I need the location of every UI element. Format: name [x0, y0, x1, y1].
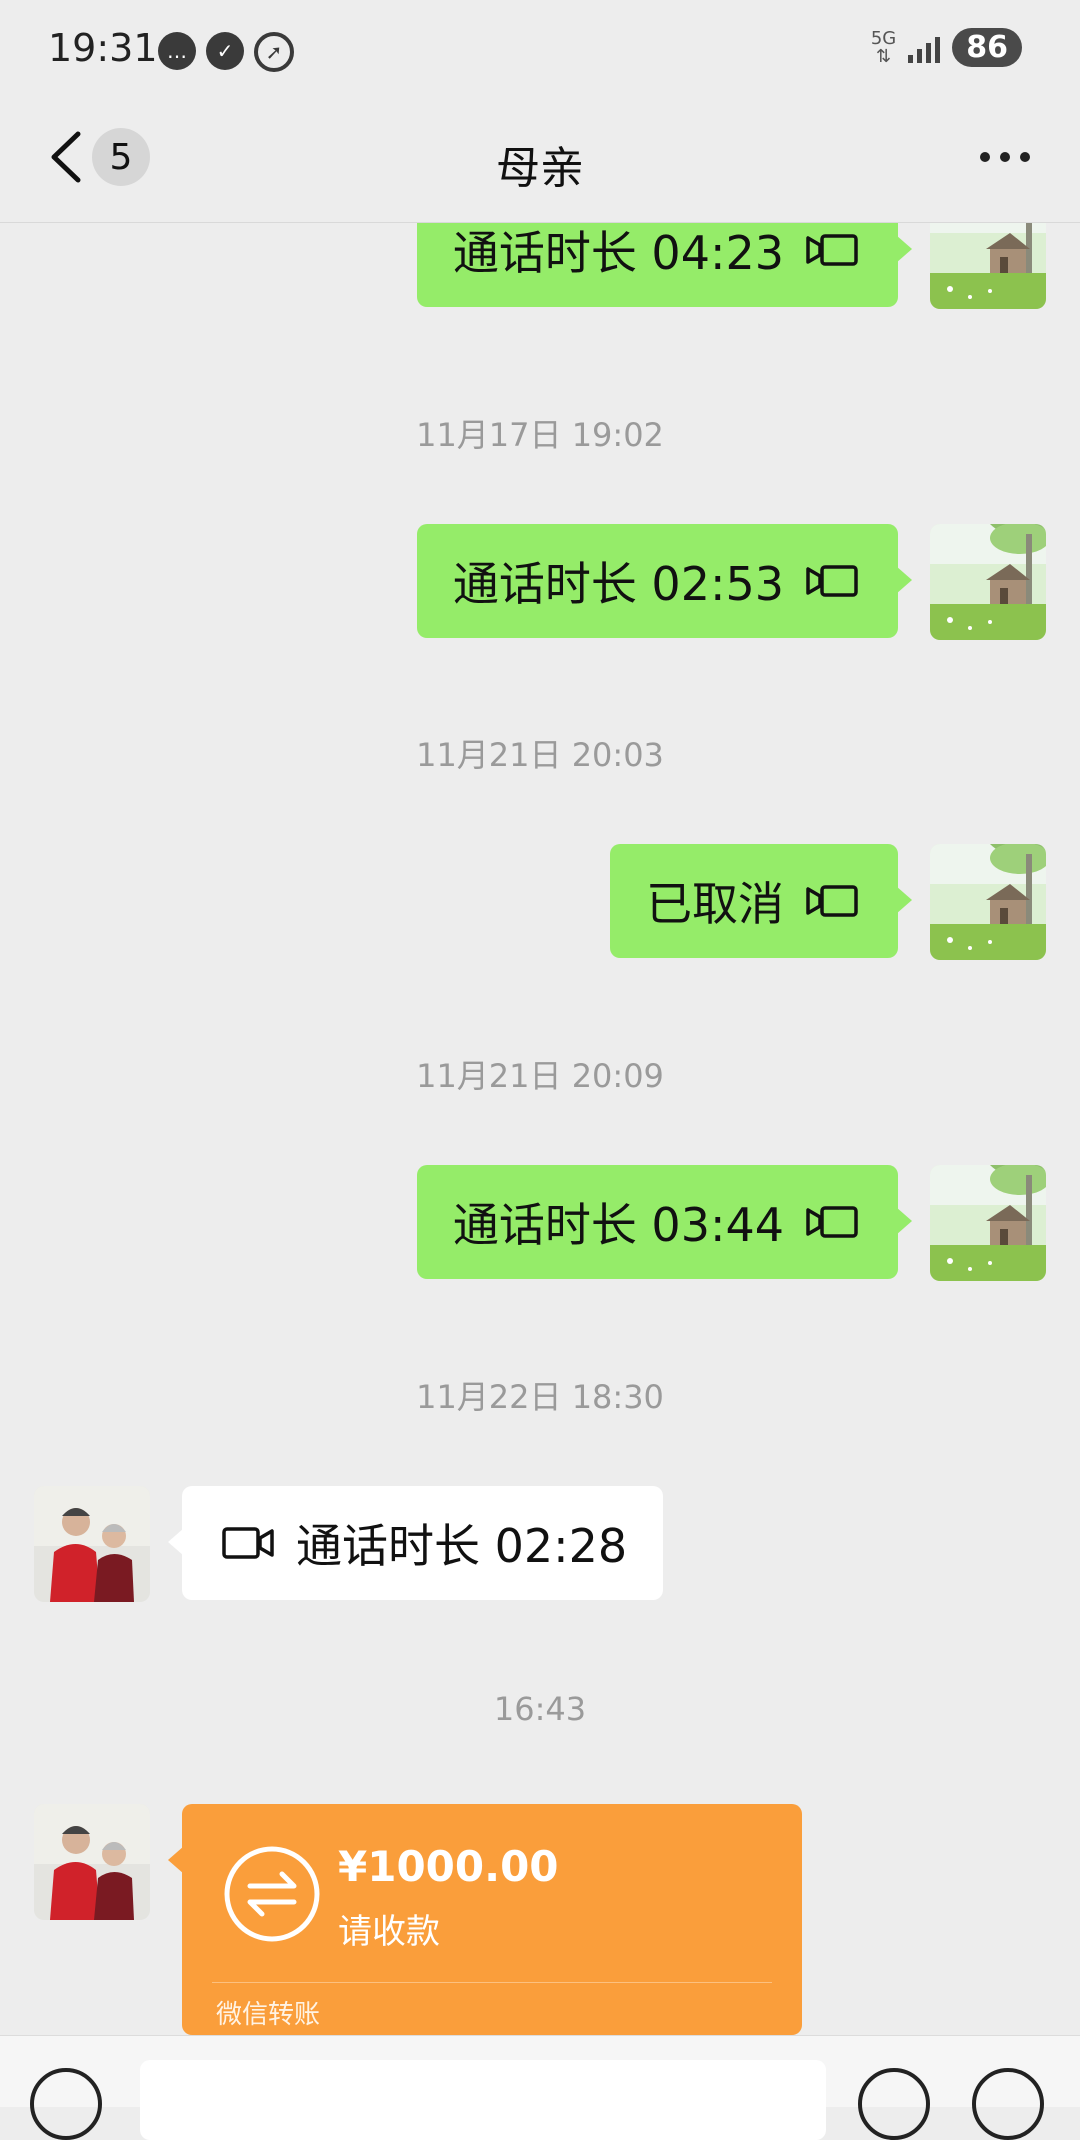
chat-header: 5 母亲 [0, 100, 1080, 223]
network-indicator: 5G ⇅ [870, 27, 897, 67]
notification-icons: … ✓ ➚ [158, 32, 294, 72]
plus-icon[interactable] [972, 2068, 1044, 2140]
timestamp: 16:43 [493, 1690, 587, 1728]
status-bar: 19:31 … ✓ ➚ 5G ⇅ 86 [0, 0, 1080, 100]
call-record-outgoing[interactable]: 通话时长 04:23 [416, 223, 913, 307]
data-arrows-icon: ⇅ [876, 45, 892, 67]
emoji-icon[interactable] [858, 2068, 930, 2140]
battery-level: 86 [952, 28, 1022, 67]
transfer-label: 微信转账 [216, 2000, 321, 2030]
transfer-status: 请收款 [338, 1912, 440, 1952]
system-status: 5G ⇅ 86 [871, 28, 1022, 67]
contact-avatar[interactable] [34, 1804, 150, 1920]
chat-title: 母亲 [496, 143, 584, 194]
transfer-amount: ¥1000.00 [338, 1842, 559, 1891]
voice-icon[interactable] [30, 2068, 102, 2140]
video-call-icon [806, 884, 858, 918]
call-record-outgoing[interactable]: 通话时长 02:53 [416, 524, 913, 638]
message-icon: … [158, 32, 196, 70]
self-avatar[interactable] [930, 223, 1046, 309]
call-record-incoming[interactable]: 通话时长 02:28 [167, 1486, 664, 1600]
check-icon: ✓ [206, 32, 244, 70]
self-avatar[interactable] [930, 524, 1046, 640]
timestamp: 11月21日 20:09 [416, 1057, 664, 1095]
more-icon[interactable] [980, 152, 1030, 162]
timestamp: 11月17日 19:02 [416, 416, 664, 454]
self-avatar[interactable] [930, 1165, 1046, 1281]
network-label: 5G [870, 27, 897, 49]
divider [212, 1982, 772, 1983]
call-text: 通话时长 03:44 [452, 1198, 784, 1252]
timestamp: 11月22日 18:30 [416, 1378, 664, 1416]
video-call-icon [222, 1526, 274, 1560]
input-bar [0, 2035, 1080, 2140]
self-avatar[interactable] [930, 844, 1046, 960]
message-input[interactable] [140, 2060, 826, 2140]
call-text: 已取消 [646, 877, 784, 931]
message-list[interactable]: 通话时长 04:23 11月17日 19:02 通话时长 02:53 11月21… [0, 223, 1080, 2035]
call-text: 通话时长 02:28 [296, 1519, 628, 1573]
video-call-icon [806, 1205, 858, 1239]
signal-icon [908, 33, 941, 63]
call-text: 通话时长 04:23 [452, 226, 784, 280]
rocket-icon: ➚ [254, 32, 294, 72]
status-time: 19:31 [48, 26, 158, 70]
call-record-outgoing[interactable]: 已取消 [610, 844, 912, 958]
contact-avatar[interactable] [34, 1486, 150, 1602]
video-call-icon [806, 233, 858, 267]
call-record-outgoing[interactable]: 通话时长 03:44 [416, 1165, 913, 1279]
transfer-card[interactable]: ¥1000.00 请收款 微信转账 [168, 1804, 802, 2035]
call-text: 通话时长 02:53 [452, 557, 784, 611]
transfer-icon [224, 1846, 320, 1942]
video-call-icon [806, 564, 858, 598]
timestamp: 11月21日 20:03 [416, 736, 664, 774]
